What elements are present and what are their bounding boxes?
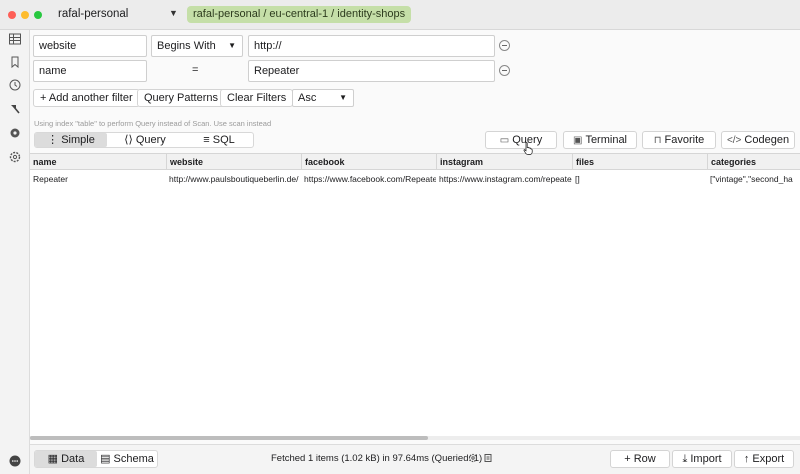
query-patterns-button[interactable]: Query Patterns: [137, 89, 225, 107]
tab-data-label: Data: [61, 453, 85, 465]
code-icon: </>: [726, 135, 742, 146]
export-icon: ↑: [743, 453, 750, 465]
filter-value-field-1[interactable]: http://: [248, 35, 495, 57]
chevron-down-icon: ▼: [339, 93, 347, 102]
bottom-bar: ▦ Data ▤ Schema Fetched 1 items (1.02 kB…: [30, 444, 800, 474]
filter-attribute-field-2[interactable]: name: [33, 60, 147, 82]
minimize-window-button[interactable]: [21, 11, 29, 19]
chevron-down-icon: ▼: [228, 41, 236, 50]
title-bar: rafal-personal ▼ rafal-personal / eu-cen…: [0, 0, 800, 30]
tab-sql[interactable]: ≡ SQL: [183, 133, 255, 147]
braces-icon: ⟨⟩: [124, 134, 133, 146]
bookmark-icon[interactable]: [8, 55, 22, 69]
sort-order-label: Asc: [298, 92, 317, 104]
table-cell[interactable]: http://www.paulsboutiqueberlin.de/: [166, 172, 301, 186]
table-cell[interactable]: https://www.facebook.com/Repeater: [301, 172, 436, 186]
scan-hint: Using index "table" to perform Query ins…: [34, 119, 272, 128]
tab-data[interactable]: ▦ Data: [35, 451, 97, 467]
bookmark-icon: ⊓: [653, 135, 662, 146]
sidebar: [0, 30, 30, 474]
table-cell[interactable]: https://www.instagram.com/repeater: [436, 172, 572, 186]
chat-icon[interactable]: [8, 454, 22, 468]
codegen-button-label: Codegen: [744, 134, 790, 146]
results-table: name website facebook instagram files ca…: [30, 153, 800, 437]
filter-operator-equals: =: [192, 64, 199, 76]
column-header[interactable]: website: [166, 154, 301, 170]
table-cell[interactable]: ["vintage","second_ha: [707, 172, 800, 186]
table-icon[interactable]: [8, 32, 22, 46]
tab-schema[interactable]: ▤ Schema: [97, 451, 157, 467]
status-text: Fetched 1 items (1.02 kB) in 97.64ms (Qu…: [271, 453, 483, 464]
filter-operator-label: Begins With: [157, 40, 216, 52]
mode-segmented-control: ⋮ Simple ⟨⟩ Query ≡ SQL: [34, 132, 254, 148]
schema-icon: ▤: [100, 453, 111, 465]
tab-query-label: Query: [135, 134, 166, 146]
gear-icon[interactable]: [468, 453, 478, 463]
add-filter-button[interactable]: + Add another filter: [33, 89, 140, 107]
document-icon: ▭: [499, 135, 510, 146]
column-header[interactable]: instagram: [436, 154, 572, 170]
table-cell[interactable]: Repeater: [30, 172, 166, 186]
table-header: name website facebook instagram files ca…: [30, 154, 800, 170]
close-window-button[interactable]: [8, 11, 16, 19]
query-button[interactable]: ▭ Query: [485, 131, 557, 149]
favorite-button-label: Favorite: [664, 134, 705, 146]
import-button-label: Import: [690, 453, 722, 465]
column-header[interactable]: name: [30, 154, 166, 170]
filter-operator-select-1[interactable]: Begins With ▼: [151, 35, 243, 57]
terminal-icon: ▣: [572, 135, 583, 146]
column-header[interactable]: files: [572, 154, 707, 170]
tab-schema-label: Schema: [113, 453, 154, 465]
view-segmented-control: ▦ Data ▤ Schema: [34, 450, 158, 468]
terminal-button[interactable]: ▣ Terminal: [563, 131, 637, 149]
tab-simple[interactable]: ⋮ Simple: [35, 133, 107, 147]
connection-selector[interactable]: rafal-personal: [58, 8, 128, 20]
add-row-button[interactable]: + Row: [610, 450, 670, 468]
tab-query[interactable]: ⟨⟩ Query: [109, 133, 181, 147]
settings-icon[interactable]: [8, 126, 22, 140]
copy-icon[interactable]: [483, 453, 493, 463]
tab-simple-label: Simple: [61, 134, 95, 146]
sort-order-select[interactable]: Asc ▼: [292, 89, 354, 107]
scrollbar-thumb[interactable]: [30, 436, 428, 440]
simple-icon: ⋮: [47, 134, 59, 146]
horizontal-scrollbar[interactable]: [30, 436, 800, 440]
import-button[interactable]: ⤓ Import: [672, 450, 732, 468]
hammer-icon[interactable]: [8, 102, 22, 116]
gear-icon[interactable]: [8, 150, 22, 164]
grid-icon: ▦: [47, 453, 59, 465]
terminal-button-label: Terminal: [585, 134, 628, 146]
export-button[interactable]: ↑ Export: [734, 450, 794, 468]
export-button-label: Export: [752, 453, 785, 465]
filter-attribute-field-1[interactable]: website: [33, 35, 147, 57]
column-header[interactable]: facebook: [301, 154, 436, 170]
remove-filter-icon[interactable]: [499, 40, 510, 51]
pointer-cursor-icon: [523, 142, 533, 155]
import-icon: ⤓: [682, 453, 688, 465]
breadcrumb: rafal-personal / eu-central-1 / identity…: [187, 6, 412, 23]
codegen-button[interactable]: </> Codegen: [721, 131, 795, 149]
tab-sql-label: SQL: [212, 134, 235, 146]
chevron-down-icon[interactable]: ▼: [169, 8, 178, 18]
history-icon[interactable]: [8, 78, 22, 92]
remove-filter-icon[interactable]: [499, 65, 510, 76]
filter-value-field-2[interactable]: Repeater: [248, 60, 495, 82]
clear-filters-button[interactable]: Clear Filters: [220, 89, 294, 107]
zoom-window-button[interactable]: [34, 11, 42, 19]
table-cell[interactable]: []: [572, 172, 707, 186]
main-panel: website Begins With ▼ http:// name = Rep…: [30, 30, 800, 474]
column-header[interactable]: categories: [707, 154, 800, 170]
favorite-button[interactable]: ⊓ Favorite: [642, 131, 716, 149]
database-icon: ≡: [203, 134, 210, 146]
